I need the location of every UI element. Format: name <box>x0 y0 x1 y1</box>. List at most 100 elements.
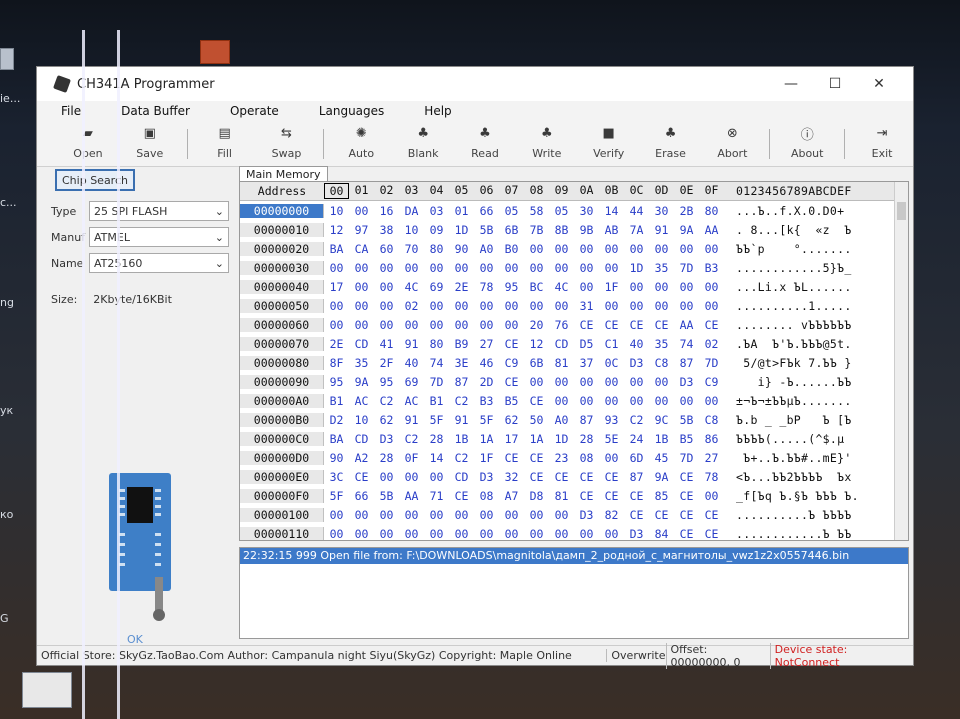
hex-byte[interactable]: 78 <box>699 470 724 484</box>
hex-byte[interactable]: 32 <box>499 470 524 484</box>
hex-byte[interactable]: 28 <box>374 451 399 465</box>
hex-byte[interactable]: 60 <box>374 242 399 256</box>
close-button[interactable]: ✕ <box>857 67 901 101</box>
hex-byte[interactable]: CE <box>599 470 624 484</box>
hex-byte[interactable]: 00 <box>674 242 699 256</box>
hex-byte[interactable]: 00 <box>499 508 524 522</box>
hex-byte[interactable]: 00 <box>549 261 574 275</box>
hex-byte[interactable]: 1A <box>474 432 499 446</box>
hex-byte[interactable]: 1B <box>649 432 674 446</box>
hex-byte[interactable]: 8F <box>324 356 349 370</box>
hex-byte[interactable]: 00 <box>599 451 624 465</box>
chip-search-button[interactable]: Chip Search <box>55 169 135 191</box>
hex-byte[interactable]: 00 <box>349 299 374 313</box>
hex-byte[interactable]: 00 <box>599 299 624 313</box>
hex-byte[interactable]: CE <box>599 489 624 503</box>
hex-byte[interactable]: 41 <box>374 337 399 351</box>
hex-byte[interactable]: 87 <box>674 356 699 370</box>
hex-byte[interactable]: 93 <box>599 413 624 427</box>
hex-byte[interactable]: 00 <box>349 280 374 294</box>
hex-byte[interactable]: 00 <box>474 527 499 541</box>
hex-byte[interactable]: 37 <box>574 356 599 370</box>
hex-byte[interactable]: 9A <box>674 223 699 237</box>
hex-byte[interactable]: 91 <box>399 413 424 427</box>
hex-byte[interactable]: 00 <box>324 261 349 275</box>
hex-byte[interactable]: C2 <box>449 394 474 408</box>
hex-byte[interactable]: 80 <box>424 337 449 351</box>
hex-byte[interactable]: 08 <box>574 451 599 465</box>
hex-byte[interactable]: C2 <box>374 394 399 408</box>
hex-byte[interactable]: 1D <box>549 432 574 446</box>
hex-row[interactable]: 00000050 00 00 00 02 00 00 00 00 00 00 31 00 00 00 00 00… <box>240 296 908 315</box>
hex-byte[interactable]: 00 <box>399 527 424 541</box>
hex-byte[interactable]: 05 <box>499 204 524 218</box>
hex-byte[interactable]: C2 <box>449 451 474 465</box>
hex-byte[interactable]: D3 <box>624 356 649 370</box>
hex-byte[interactable]: CE <box>699 508 724 522</box>
hex-byte[interactable]: C8 <box>699 413 724 427</box>
hex-byte[interactable]: 00 <box>424 261 449 275</box>
hex-byte[interactable]: 09 <box>424 223 449 237</box>
hex-byte[interactable]: 00 <box>424 299 449 313</box>
hex-byte[interactable]: 00 <box>599 242 624 256</box>
hex-byte[interactable]: C9 <box>699 375 724 389</box>
auto-button[interactable]: ✺ Auto <box>330 121 392 165</box>
hex-byte[interactable]: 91 <box>449 413 474 427</box>
read-button[interactable]: ♣ Read <box>454 121 516 165</box>
hex-byte[interactable]: 00 <box>349 261 374 275</box>
hex-byte[interactable]: 1D <box>624 261 649 275</box>
hex-byte[interactable]: 80 <box>699 204 724 218</box>
hex-byte[interactable]: 2B <box>674 204 699 218</box>
hex-byte[interactable]: CE <box>674 527 699 541</box>
hex-byte[interactable]: 97 <box>349 223 374 237</box>
hex-byte[interactable]: 5F <box>474 413 499 427</box>
hex-byte[interactable]: BA <box>324 242 349 256</box>
hex-byte[interactable]: 00 <box>374 508 399 522</box>
save-button[interactable]: ▣ Save <box>119 121 181 165</box>
hex-byte[interactable]: B0 <box>499 242 524 256</box>
hex-byte[interactable]: 00 <box>399 318 424 332</box>
hex-byte[interactable]: 27 <box>474 337 499 351</box>
hex-byte[interactable]: C8 <box>649 356 674 370</box>
hex-byte[interactable]: 14 <box>424 451 449 465</box>
hex-byte[interactable]: 00 <box>349 527 374 541</box>
hex-byte[interactable]: 00 <box>549 375 574 389</box>
desktop-icon[interactable] <box>200 40 230 64</box>
hex-byte[interactable]: 00 <box>674 394 699 408</box>
hex-byte[interactable]: 00 <box>549 299 574 313</box>
hex-byte[interactable]: 87 <box>624 470 649 484</box>
hex-row[interactable]: 00000100 00 00 00 00 00 00 00 00 00 00 D3 82 CE CE CE CE… <box>240 505 908 524</box>
hex-byte[interactable]: B5 <box>674 432 699 446</box>
hex-byte[interactable]: 30 <box>649 204 674 218</box>
hex-byte[interactable]: 00 <box>599 375 624 389</box>
hex-byte[interactable]: 00 <box>449 508 474 522</box>
hex-byte[interactable]: 00 <box>474 299 499 313</box>
hex-byte[interactable]: CD <box>349 432 374 446</box>
hex-byte[interactable]: 00 <box>624 394 649 408</box>
hex-byte[interactable]: 9A <box>349 375 374 389</box>
hex-byte[interactable]: 00 <box>574 242 599 256</box>
hex-byte[interactable]: 00 <box>549 508 574 522</box>
hex-byte[interactable]: CE <box>674 470 699 484</box>
hex-byte[interactable]: C9 <box>499 356 524 370</box>
hex-row[interactable]: 000000D0 90 A2 28 0F 14 C2 1F CE CE 23 08 00 6D 45 7D 27… <box>240 448 908 467</box>
hex-byte[interactable]: BC <box>524 280 549 294</box>
menu-data-buffer[interactable]: Data Buffer <box>121 104 190 118</box>
hex-byte[interactable]: D3 <box>474 470 499 484</box>
hex-byte[interactable]: 82 <box>599 508 624 522</box>
hex-byte[interactable]: C2 <box>624 413 649 427</box>
hex-byte[interactable]: 00 <box>699 299 724 313</box>
hex-byte[interactable]: CE <box>499 375 524 389</box>
hex-byte[interactable]: CE <box>574 318 599 332</box>
hex-byte[interactable]: CE <box>549 470 574 484</box>
hex-byte[interactable]: 00 <box>549 527 574 541</box>
hex-byte[interactable]: 0C <box>599 356 624 370</box>
hex-byte[interactable]: 24 <box>624 432 649 446</box>
hex-byte[interactable]: 91 <box>649 223 674 237</box>
hex-byte[interactable]: 46 <box>474 356 499 370</box>
hex-row[interactable]: 00000020 BA CA 60 70 80 90 A0 B0 00 00 00 00 00 00 00 00… <box>240 239 908 258</box>
maximize-button[interactable]: ☐ <box>813 67 857 101</box>
hex-byte[interactable]: 2F <box>374 356 399 370</box>
hex-editor[interactable]: Address 00 01 02 03 04 05 06 07 08 09 0A 0B 0C 0D 0E 0F… <box>239 181 909 541</box>
hex-byte[interactable]: CE <box>499 451 524 465</box>
